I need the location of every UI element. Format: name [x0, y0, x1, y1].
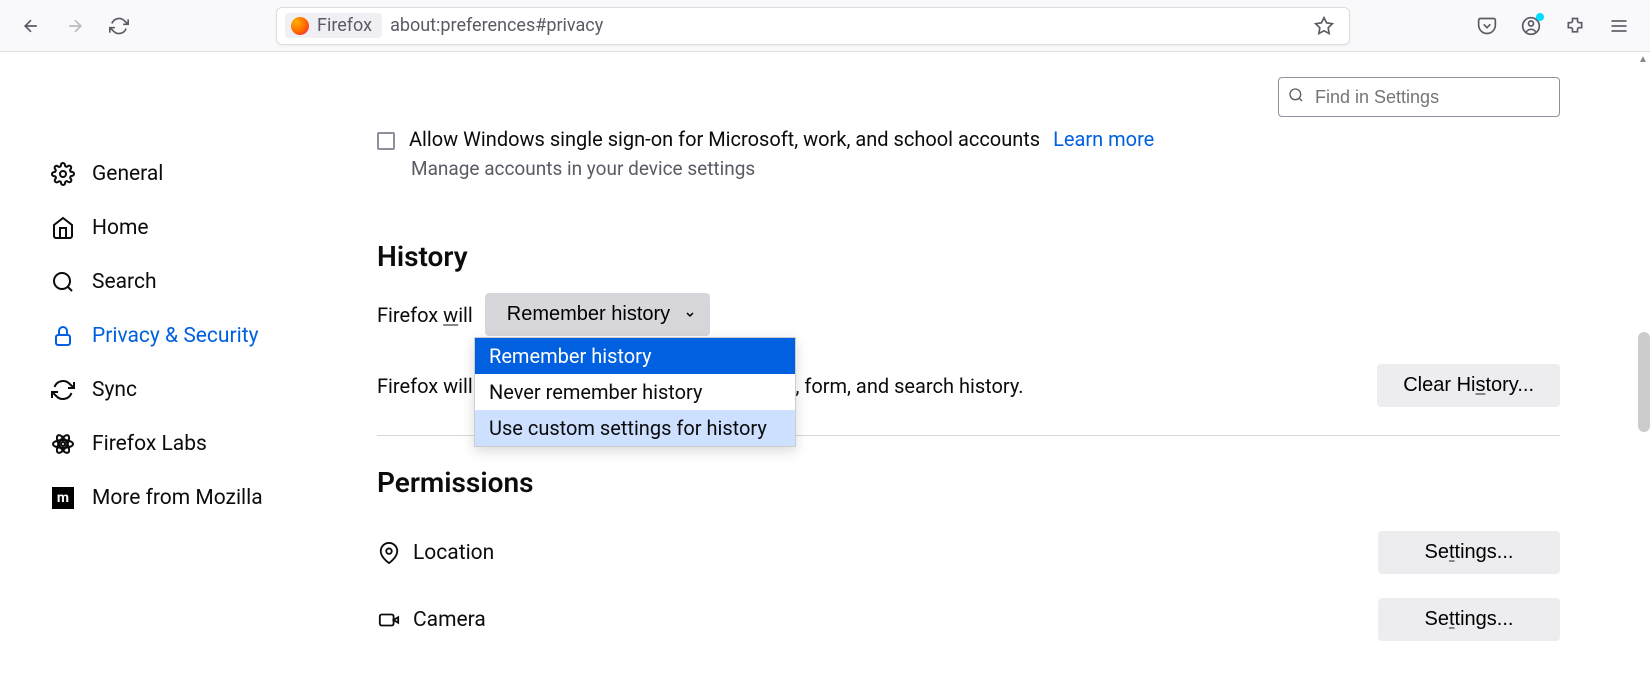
sidebar-item-label: Firefox Labs: [92, 432, 207, 456]
camera-icon: [377, 608, 401, 632]
dropdown-option-custom[interactable]: Use custom settings for history: [475, 410, 795, 446]
checkbox-icon[interactable]: [377, 132, 395, 150]
browser-toolbar: Firefox about:preferences#privacy: [0, 0, 1650, 52]
dropdown-option-remember[interactable]: Remember history: [475, 338, 795, 374]
extensions-button[interactable]: [1558, 9, 1592, 43]
content: Allow Windows single sign-on for Microso…: [345, 77, 1650, 653]
sidebar-item-search[interactable]: Search: [50, 255, 345, 309]
scrollbar-thumb[interactable]: [1638, 332, 1650, 432]
chevron-down-icon: [684, 303, 696, 326]
sidebar-item-label: General: [92, 162, 163, 186]
search-icon: [50, 269, 76, 295]
sidebar-item-general[interactable]: General: [50, 147, 345, 201]
camera-settings-button[interactable]: Settings...: [1378, 598, 1560, 641]
sidebar-item-label: Search: [92, 270, 157, 294]
sidebar-item-label: Home: [92, 216, 149, 240]
search-container: [1278, 77, 1560, 117]
logins-section: Allow Windows single sign-on for Microso…: [377, 127, 1560, 180]
mozilla-icon: m: [50, 485, 76, 511]
lock-icon: [50, 323, 76, 349]
bookmark-star-button[interactable]: [1307, 9, 1341, 43]
sso-label: Allow Windows single sign-on for Microso…: [409, 127, 1040, 151]
history-heading: History: [377, 240, 1560, 273]
location-settings-button[interactable]: Settings...: [1378, 531, 1560, 574]
sidebar-item-label: Privacy & Security: [92, 324, 259, 348]
content-wrap: ▲ Allow Windows single sign-on for Micro…: [345, 52, 1650, 687]
notification-dot-icon: [1536, 13, 1544, 21]
sidebar-item-sync[interactable]: Sync: [50, 363, 345, 417]
scroll-up-button[interactable]: ▲: [1636, 52, 1650, 66]
search-icon: [1288, 87, 1304, 107]
learn-more-link[interactable]: Learn more: [1053, 127, 1154, 151]
firefox-will-label: Firefox will: [377, 303, 473, 327]
permissions-heading: Permissions: [377, 466, 1560, 499]
dropdown-selected-label: Remember history: [507, 303, 670, 325]
reload-icon: [109, 16, 129, 36]
permission-label: Location: [413, 541, 494, 565]
app-menu-button[interactable]: [1602, 9, 1636, 43]
pocket-icon: [1477, 16, 1497, 36]
dropdown-option-never[interactable]: Never remember history: [475, 374, 795, 410]
find-in-settings-input[interactable]: [1278, 77, 1560, 117]
sync-icon: [50, 377, 76, 403]
arrow-left-icon: [21, 16, 41, 36]
clear-history-button[interactable]: Clear History...: [1377, 364, 1560, 407]
star-icon: [1314, 16, 1334, 36]
url-text: about:preferences#privacy: [390, 15, 1299, 36]
identity-label: Firefox: [317, 15, 372, 36]
url-bar[interactable]: Firefox about:preferences#privacy: [276, 7, 1350, 45]
hamburger-icon: [1609, 16, 1629, 36]
sidebar-item-labs[interactable]: Firefox Labs: [50, 417, 345, 471]
gear-icon: [50, 161, 76, 187]
back-button[interactable]: [14, 9, 48, 43]
sso-description: Manage accounts in your device settings: [411, 157, 1560, 180]
sidebar-item-privacy[interactable]: Privacy & Security: [50, 309, 345, 363]
sidebar: General Home Search Privacy & Security S…: [0, 52, 345, 687]
location-icon: [377, 541, 401, 565]
sidebar-item-label: More from Mozilla: [92, 486, 263, 510]
account-button[interactable]: [1514, 9, 1548, 43]
permission-row-camera: Camera Settings...: [377, 586, 1560, 653]
main: General Home Search Privacy & Security S…: [0, 52, 1650, 687]
pocket-button[interactable]: [1470, 9, 1504, 43]
history-mode-row: Firefox will Remember history Remember h…: [377, 293, 1560, 336]
sidebar-item-mozilla[interactable]: m More from Mozilla: [50, 471, 345, 525]
sso-checkbox-row[interactable]: Allow Windows single sign-on for Microso…: [377, 127, 1560, 151]
forward-button[interactable]: [58, 9, 92, 43]
sidebar-item-label: Sync: [92, 378, 137, 402]
atom-icon: [50, 431, 76, 457]
home-icon: [50, 215, 76, 241]
permission-label: Camera: [413, 608, 486, 632]
permission-row-location: Location Settings...: [377, 519, 1560, 586]
history-mode-dropdown[interactable]: Remember history: [485, 293, 710, 336]
puzzle-icon: [1565, 16, 1585, 36]
identity-box[interactable]: Firefox: [285, 13, 382, 38]
firefox-logo-icon: [291, 17, 309, 35]
history-mode-menu: Remember history Never remember history …: [474, 337, 796, 447]
reload-button[interactable]: [102, 9, 136, 43]
sidebar-item-home[interactable]: Home: [50, 201, 345, 255]
arrow-right-icon: [65, 16, 85, 36]
